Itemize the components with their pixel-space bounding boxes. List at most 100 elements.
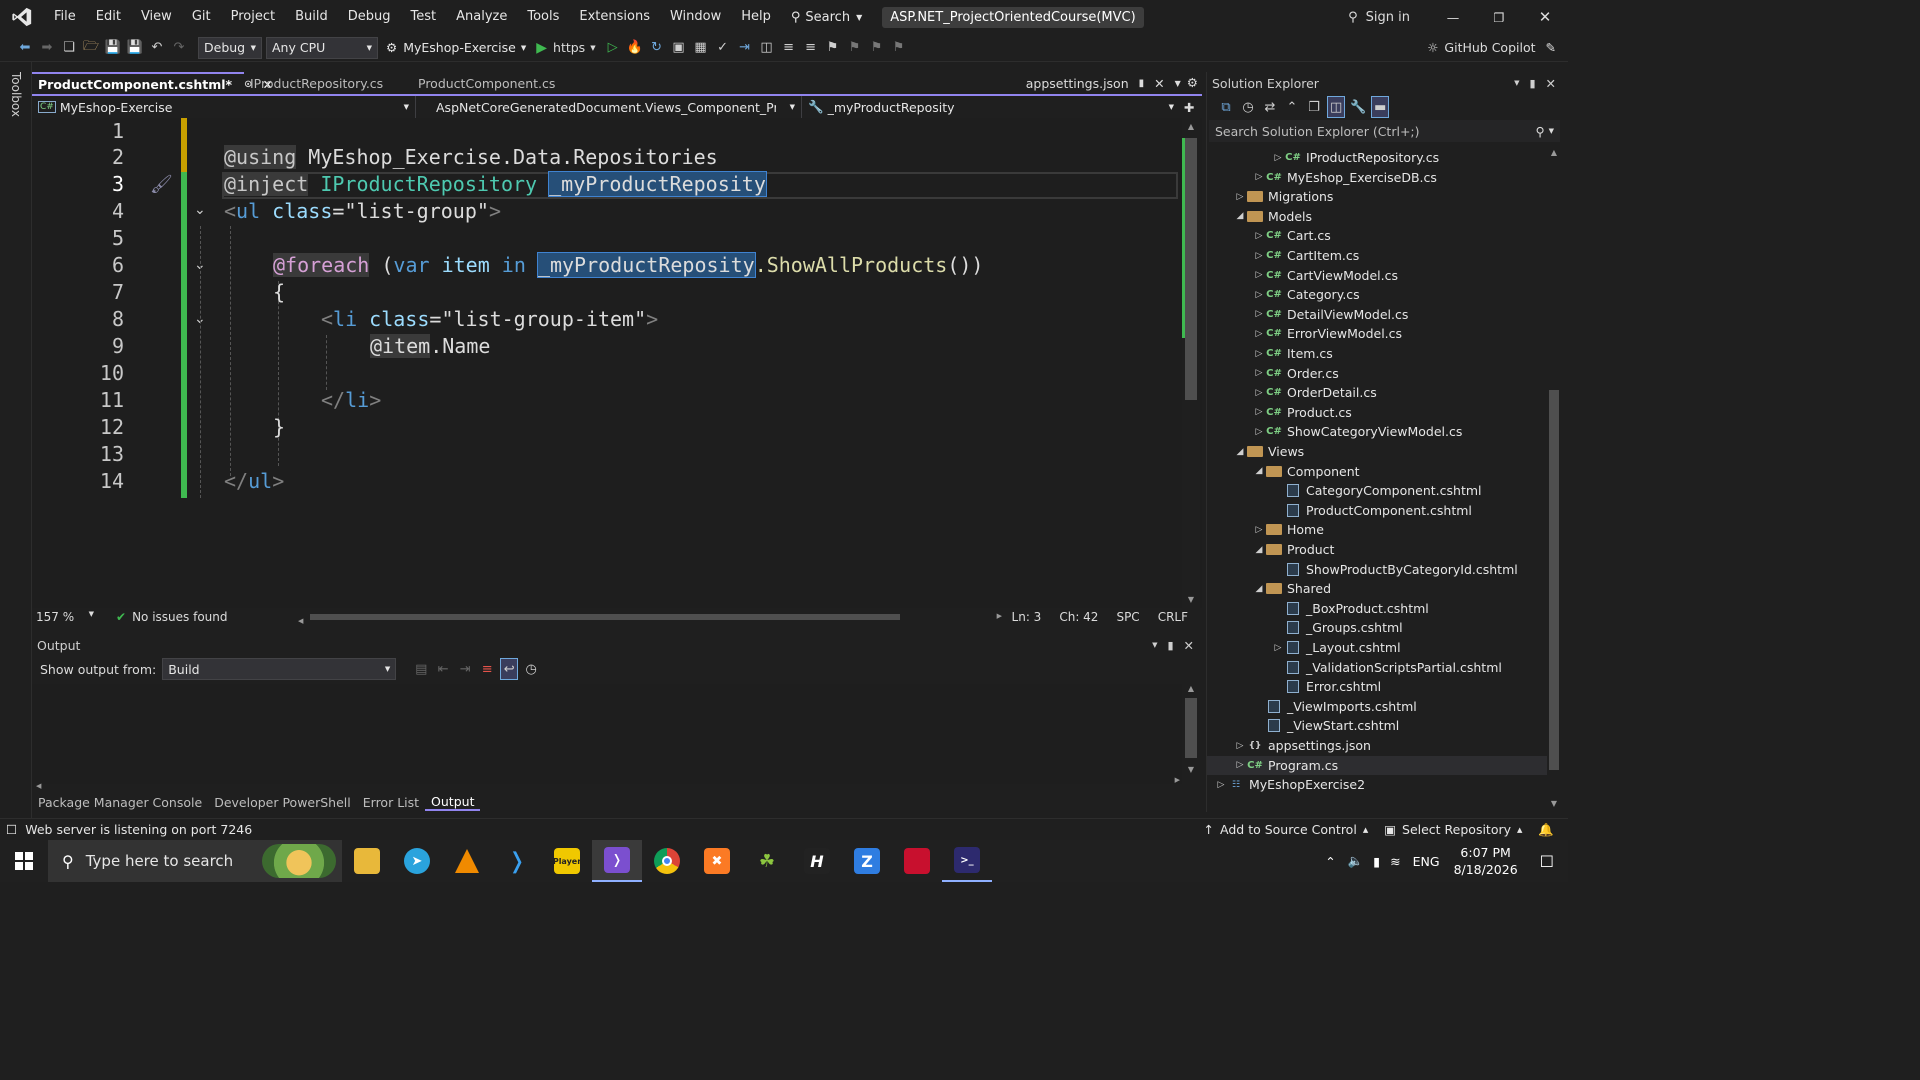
global-search-button[interactable]: ⚲ Search ▼ [791,10,862,25]
output-text-area[interactable] [32,684,1182,784]
speaker-icon[interactable]: 🔈 [1348,853,1364,869]
start-button[interactable] [0,840,48,882]
hot-reload-icon[interactable]: 🔥 [626,37,644,59]
tab-developer-powershell[interactable]: Developer PowerShell [208,795,357,810]
taskbar-vlc[interactable] [442,840,492,882]
filter-icon[interactable]: ◫ [1327,96,1346,118]
expanded-arrow-icon[interactable]: ◢ [1252,466,1266,476]
tree-item[interactable]: ◢ Views [1207,442,1547,461]
undo-icon[interactable]: ↶ [148,37,166,59]
collapsed-arrow-icon[interactable]: ▷ [1233,741,1247,751]
browse-icon[interactable]: ▣ [670,37,688,59]
menu-view[interactable]: View [131,0,182,34]
forward-icon[interactable]: ➡ [38,37,56,59]
scroll-right-arrow-icon[interactable]: ▶ [1175,776,1180,784]
taskbar-vscode[interactable]: ❭ [492,840,542,882]
tree-item[interactable]: ▷ C# ErrorViewModel.cs [1207,324,1547,343]
bookmark-prev-icon[interactable]: ⚑ [846,37,864,59]
taskbar-app-z[interactable]: Z [842,840,892,882]
expanded-arrow-icon[interactable]: ◢ [1233,447,1247,457]
taskbar-xampp[interactable]: ✖ [692,840,742,882]
tree-item[interactable]: _ValidationScriptsPartial.cshtml [1207,658,1547,677]
refresh-icon[interactable]: ↻ [648,37,666,59]
expanded-arrow-icon[interactable]: ◢ [1233,211,1247,221]
h-scroll-thumb[interactable] [310,614,900,620]
layout-icon[interactable]: ▦ [692,37,710,59]
project-dropdown[interactable]: C# MyEshop-Exercise ▼ [32,96,416,118]
tree-item[interactable]: ▷ C# IProductRepository.cs [1207,148,1547,167]
github-copilot-button[interactable]: ☼ GitHub Copilot ✎ [1427,40,1556,55]
bookmark-clear-icon[interactable]: ⚑ [890,37,908,59]
tree-item[interactable]: ▷ C# Item.cs [1207,344,1547,363]
clear-all-icon[interactable]: ≡ [478,658,496,680]
scroll-right-arrow-icon[interactable]: ▶ [997,612,1002,620]
tree-item[interactable]: ◢ Product [1207,540,1547,559]
prev-message-icon[interactable]: ⇤ [434,658,452,680]
new-item-icon[interactable]: ❏ [60,37,78,59]
select-repository-button[interactable]: ▣ Select Repository ▲ [1384,822,1522,837]
scroll-up-arrow-icon[interactable]: ▲ [1182,684,1200,693]
open-folder-icon[interactable]: 🗁 [82,37,100,59]
tree-item[interactable]: ▷ C# CartViewModel.cs [1207,266,1547,285]
step-icon[interactable]: ⇥ [736,37,754,59]
taskbar-media-player[interactable]: Player [542,840,592,882]
properties-wrench-icon[interactable]: 🔧 [1349,96,1367,118]
timestamp-clock-icon[interactable]: ◷ [522,658,540,680]
visual-studio-logo-icon[interactable] [0,0,44,34]
tab-productcomponent-cshtml[interactable]: ProductComponent.cshtml* ⊙ ✕ [32,72,273,94]
sign-in-button[interactable]: ⚲ Sign in [1348,10,1410,25]
menu-window[interactable]: Window [660,0,731,34]
sync-icon[interactable]: ⇄ [1261,96,1279,118]
menu-test[interactable]: Test [401,0,447,34]
scroll-up-arrow-icon[interactable]: ▲ [1547,148,1561,157]
output-horizontal-scrollbar[interactable]: ◀ ▶ [36,776,1180,790]
solution-search-box[interactable]: Search Solution Explorer (Ctrl+;) ⚲ ▼ [1209,120,1560,142]
notifications-icon[interactable]: ☐ [1540,852,1554,871]
menu-extensions[interactable]: Extensions [569,0,660,34]
chevron-down-icon[interactable]: ▼ [1514,79,1519,87]
collapsed-arrow-icon[interactable]: ▷ [1252,251,1266,261]
collapsed-arrow-icon[interactable]: ▷ [1233,760,1247,770]
code-editor[interactable]: 🖌 ⌄ ⌄ ⌄ 1 2 @using MyEshop_Exercise.Data.… [32,118,1202,608]
tree-item[interactable]: ◢ Shared [1207,579,1547,598]
menu-project[interactable]: Project [221,0,285,34]
tree-scrollbar[interactable]: ▲ ▼ [1547,148,1561,808]
issues-indicator[interactable]: ✔ No issues found [116,610,227,624]
compare-icon[interactable]: ◫ [758,37,776,59]
startup-project-select[interactable]: ⚙ MyEshop-Exercise ▼ [386,40,526,55]
taskbar-app-h[interactable]: H [792,840,842,882]
redo-icon[interactable]: ↷ [170,37,188,59]
collapsed-arrow-icon[interactable]: ▷ [1252,290,1266,300]
member-dropdown[interactable]: 🔧 _myProductReposity ▼ [802,96,1180,118]
solution-search-input[interactable]: Search Solution Explorer (Ctrl+;) [1215,124,1535,139]
save-all-icon[interactable]: 💾 [126,37,144,59]
tab-appsettings-json[interactable]: appsettings.json ▮ ✕ [1020,72,1171,94]
tab-package-manager-console[interactable]: Package Manager Console [32,795,208,810]
collapsed-arrow-icon[interactable]: ▷ [1252,349,1266,359]
char-indicator[interactable]: Ch: 42 [1059,610,1098,624]
notification-bell-icon[interactable]: 🔔 [1538,822,1554,838]
taskbar-terminal[interactable]: >_ [942,840,992,882]
taskbar-search-box[interactable]: ⚲ Type here to search [48,840,342,882]
tree-item[interactable]: ▷ Migrations [1207,187,1547,206]
tree-item[interactable]: CategoryComponent.cshtml [1207,481,1547,500]
collapsed-arrow-icon[interactable]: ▷ [1233,192,1247,202]
tree-item[interactable]: ▷ C# Cart.cs [1207,226,1547,245]
menu-help[interactable]: Help [731,0,781,34]
taskbar-app-nature[interactable]: ☘ [742,840,792,882]
tab-error-list[interactable]: Error List [357,795,425,810]
close-icon[interactable]: ✕ [1546,76,1556,91]
restore-button[interactable]: ❐ [1476,10,1522,25]
tree-item[interactable]: ShowProductByCategoryId.cshtml [1207,560,1547,579]
close-icon[interactable]: ✕ [1154,76,1164,91]
tree-item[interactable]: ◢ Models [1207,207,1547,226]
tree-item[interactable]: ▷ C# Program.cs [1207,755,1547,775]
minimize-button[interactable]: — [1430,10,1476,25]
tree-item[interactable]: _ViewImports.cshtml [1207,697,1547,716]
save-icon[interactable]: 💾 [104,37,122,59]
taskbar-app-red[interactable] [892,840,942,882]
collapsed-arrow-icon[interactable]: ▷ [1252,231,1266,241]
whitespace-indicator[interactable]: SPC [1116,610,1139,624]
scroll-down-arrow-icon[interactable]: ▼ [1182,765,1200,774]
configuration-select[interactable]: Debug ▼ [198,36,262,59]
